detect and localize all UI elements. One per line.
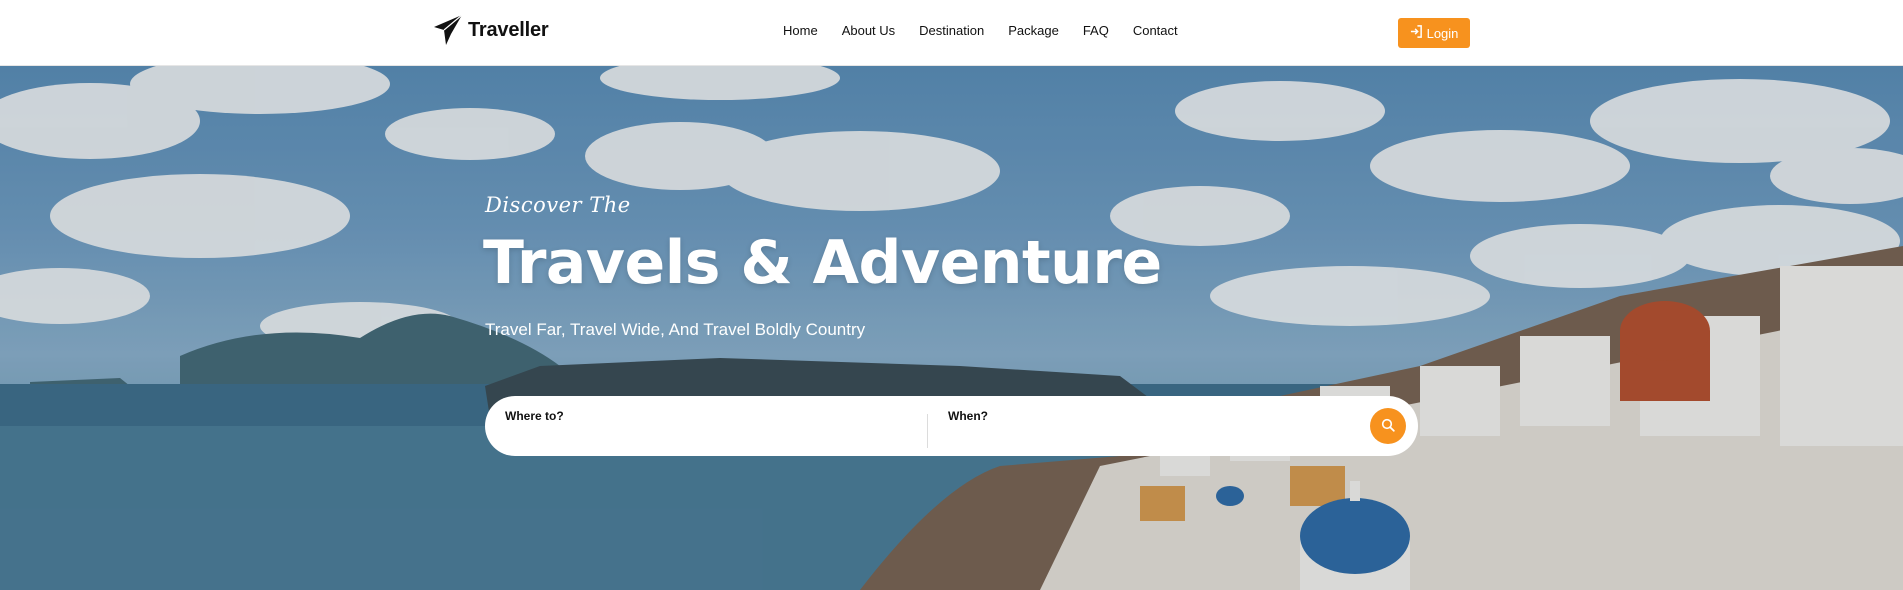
nav-item-about-us[interactable]: About Us	[842, 23, 895, 38]
brand-logo-link[interactable]: Traveller	[432, 13, 549, 47]
nav-item-faq[interactable]: FAQ	[1083, 23, 1109, 38]
nav-item-contact[interactable]: Contact	[1133, 23, 1178, 38]
hero-overlay	[0, 66, 1903, 590]
when-label: When?	[948, 409, 988, 423]
search-button[interactable]	[1370, 408, 1406, 444]
where-field: Where to?	[485, 396, 927, 456]
search-icon	[1381, 418, 1395, 435]
paper-plane-icon	[432, 13, 464, 47]
login-label: Login	[1426, 25, 1459, 41]
hero-title: Travels & Adventure	[483, 228, 1162, 298]
when-field: When?	[928, 396, 1370, 456]
top-navbar: Traveller Home About Us Destination Pack…	[0, 0, 1903, 66]
hero-kicker: Discover The	[485, 193, 631, 217]
main-nav: Home About Us Destination Package FAQ Co…	[783, 22, 1178, 40]
brand-name: Traveller	[468, 18, 549, 41]
hero-subtitle: Travel Far, Travel Wide, And Travel Bold…	[485, 320, 866, 339]
when-input[interactable]	[948, 427, 1310, 441]
where-label: Where to?	[505, 409, 564, 423]
login-button[interactable]: Login	[1398, 18, 1470, 48]
nav-item-destination[interactable]: Destination	[919, 23, 984, 38]
nav-item-package[interactable]: Package	[1008, 23, 1059, 38]
hero-section: Discover The Travels & Adventure Travel …	[0, 66, 1903, 590]
nav-item-home[interactable]: Home	[783, 23, 818, 38]
trip-search-bar: Where to? When?	[485, 396, 1418, 456]
where-input[interactable]	[505, 427, 867, 441]
sign-in-icon	[1410, 25, 1423, 41]
